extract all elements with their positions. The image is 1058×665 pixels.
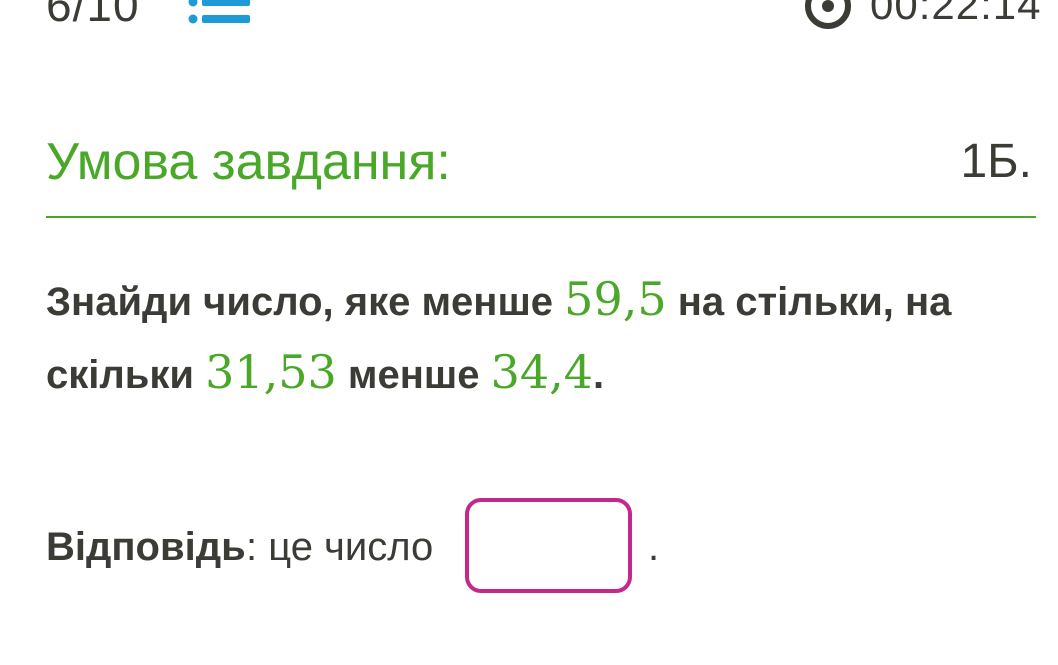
task-header: Умова завдання: 1Б.: [46, 126, 1036, 218]
top-bar: 6/10 00:22:14: [0, 0, 1058, 40]
list-icon[interactable]: [188, 0, 252, 30]
problem-text: менше: [336, 353, 491, 397]
answer-input[interactable]: [465, 498, 632, 593]
answer-row: Відповідь : це число .: [46, 496, 1036, 600]
problem-text: .: [593, 353, 605, 397]
answer-period: .: [648, 525, 660, 569]
timer-icon: [802, 0, 854, 32]
number-value: 59,5: [564, 272, 667, 326]
task-points: 1Б.: [960, 135, 1032, 188]
answer-prompt: : це число: [246, 525, 434, 569]
task-title: Умова завдання:: [46, 133, 451, 191]
problem-text: Знайди число, яке менше: [46, 280, 565, 324]
number-value: 31,53: [205, 345, 337, 399]
question-progress: 6/10: [46, 0, 140, 31]
timer: 00:22:14: [870, 0, 1042, 28]
answer-label: Відповідь: [46, 525, 246, 569]
problem-statement: Знайди число, яке менше 59,5 на стільки,…: [46, 264, 1036, 410]
number-value: 34,4: [490, 345, 594, 399]
